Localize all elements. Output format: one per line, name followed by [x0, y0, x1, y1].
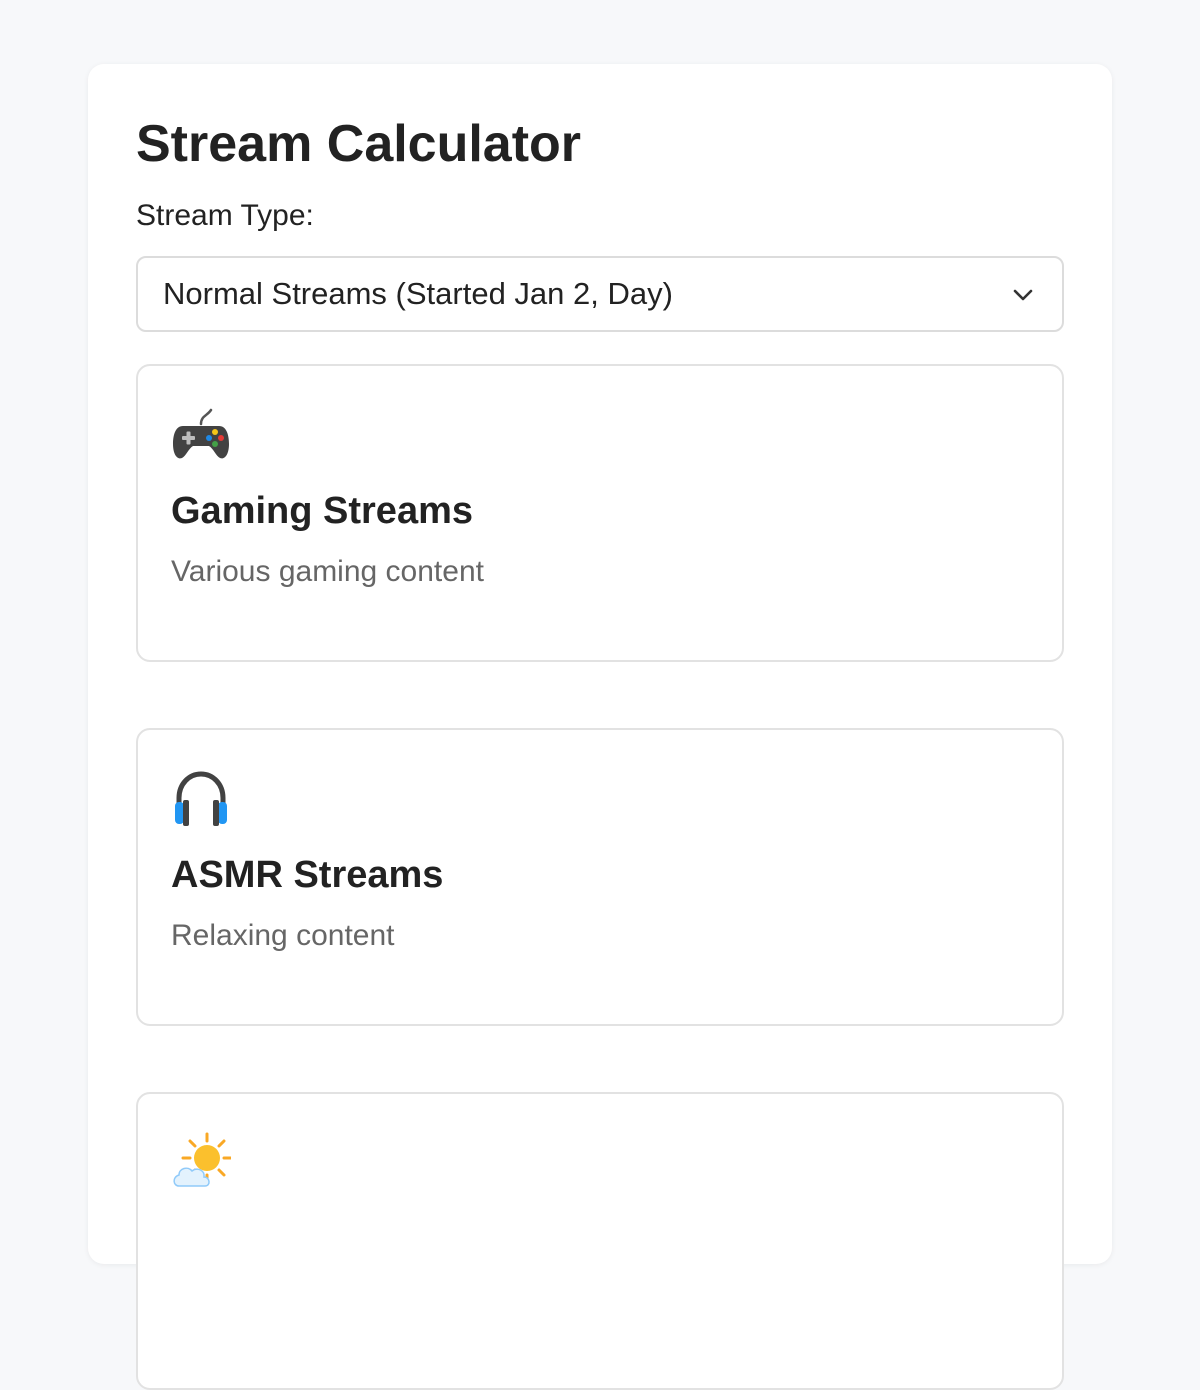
stream-card-gaming[interactable]: Gaming Streams Various gaming content	[136, 364, 1064, 662]
chevron-down-icon	[1013, 289, 1033, 301]
stream-card-weather[interactable]	[136, 1092, 1064, 1390]
card-description: Various gaming content	[171, 555, 484, 588]
page-title: Stream Calculator	[136, 115, 582, 173]
stream-type-selected-value: Normal Streams (Started Jan 2, Day)	[163, 276, 673, 311]
card-title: Gaming Streams	[171, 490, 473, 532]
sun-behind-cloud-icon	[173, 1132, 231, 1187]
game-controller-icon	[173, 408, 229, 459]
card-title: ASMR Streams	[171, 854, 444, 896]
stream-type-select[interactable]: Normal Streams (Started Jan 2, Day)	[136, 256, 1064, 332]
calculator-panel: Stream Calculator Stream Type: Normal St…	[88, 64, 1112, 1390]
stream-type-label: Stream Type:	[136, 199, 314, 232]
card-description: Relaxing content	[171, 919, 395, 952]
stream-card-asmr[interactable]: ASMR Streams Relaxing content	[136, 728, 1064, 1026]
headphones-icon	[175, 771, 227, 826]
